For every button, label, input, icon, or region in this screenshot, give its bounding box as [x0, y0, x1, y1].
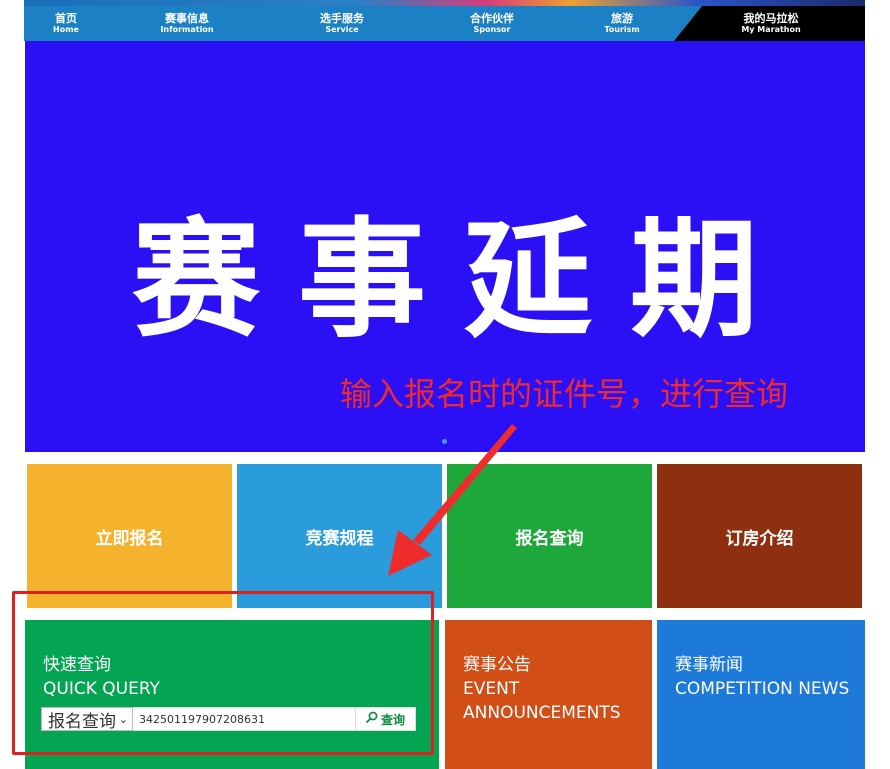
tile-register-now[interactable]: 立即报名 — [27, 464, 232, 608]
tile-registration-query[interactable]: 报名查询 — [447, 464, 652, 608]
search-icon — [366, 711, 378, 727]
tile-register-now-label: 立即报名 — [95, 528, 164, 549]
nav-item-information-zh: 赛事信息 — [165, 12, 209, 25]
quick-query-form: 报名查询 ⌄ 查询 — [41, 707, 416, 732]
query-button-label: 查询 — [380, 712, 405, 727]
quick-query-title-en: QUICK QUERY — [43, 679, 160, 699]
chevron-down-icon: ⌄ — [118, 712, 128, 726]
tile-registration-query-label: 报名查询 — [515, 528, 584, 549]
announcements-title-en-1: EVENT — [463, 679, 520, 699]
query-type-select-value: 报名查询 — [48, 711, 116, 732]
tile-hotel-booking[interactable]: 订房介绍 — [657, 464, 862, 608]
quick-query-title-zh: 快速查询 — [43, 655, 111, 675]
nav-item-my-marathon-zh: 我的马拉松 — [743, 12, 799, 25]
nav-item-information-en: Information — [160, 25, 214, 34]
nav-item-tourism[interactable]: 旅游 Tourism — [592, 6, 652, 41]
nav-item-home[interactable]: 首页 Home — [42, 6, 90, 41]
nav-item-sponsor[interactable]: 合作伙伴 Sponsor — [457, 6, 527, 41]
nav-item-service-zh: 选手服务 — [320, 12, 364, 25]
banner-title: 赛事延期 — [131, 206, 796, 355]
tile-competition-rules-label: 竞赛规程 — [305, 528, 374, 549]
nav-item-my-marathon-en: My Marathon — [741, 25, 801, 34]
nav-item-service-en: Service — [325, 25, 359, 34]
main-nav: 首页 Home 赛事信息 Information 选手服务 Service 合作… — [24, 6, 865, 41]
query-type-select[interactable]: 报名查询 ⌄ — [41, 707, 133, 732]
announcements-title-zh: 赛事公告 — [463, 655, 531, 675]
tile-competition-rules[interactable]: 竞赛规程 — [237, 464, 442, 608]
announcements-title-en-2: ANNOUNCEMENTS — [463, 703, 621, 723]
nav-item-sponsor-zh: 合作伙伴 — [470, 12, 514, 25]
competition-news-panel[interactable]: 赛事新闻 COMPETITION NEWS — [657, 620, 865, 769]
annotation-text: 输入报名时的证件号，进行查询 — [340, 375, 789, 413]
nav-item-sponsor-en: Sponsor — [473, 25, 511, 34]
nav-item-home-zh: 首页 — [55, 12, 77, 25]
tile-hotel-booking-label: 订房介绍 — [725, 528, 794, 549]
news-title-en: COMPETITION NEWS — [675, 679, 850, 699]
event-announcements-panel[interactable]: 赛事公告 EVENT ANNOUNCEMENTS — [445, 620, 652, 769]
quick-query-panel: 快速查询 QUICK QUERY — [25, 620, 439, 769]
nav-item-service[interactable]: 选手服务 Service — [307, 6, 377, 41]
nav-item-my-marathon[interactable]: 我的马拉松 My Marathon — [704, 6, 838, 41]
query-button[interactable]: 查询 — [356, 707, 416, 731]
nav-item-home-en: Home — [53, 25, 79, 34]
news-title-zh: 赛事新闻 — [675, 655, 743, 675]
nav-item-information[interactable]: 赛事信息 Information — [152, 6, 222, 41]
carousel-indicator-dot[interactable] — [442, 439, 447, 444]
nav-item-tourism-en: Tourism — [604, 25, 640, 34]
id-number-input[interactable] — [133, 707, 356, 731]
nav-item-tourism-zh: 旅游 — [611, 12, 633, 25]
